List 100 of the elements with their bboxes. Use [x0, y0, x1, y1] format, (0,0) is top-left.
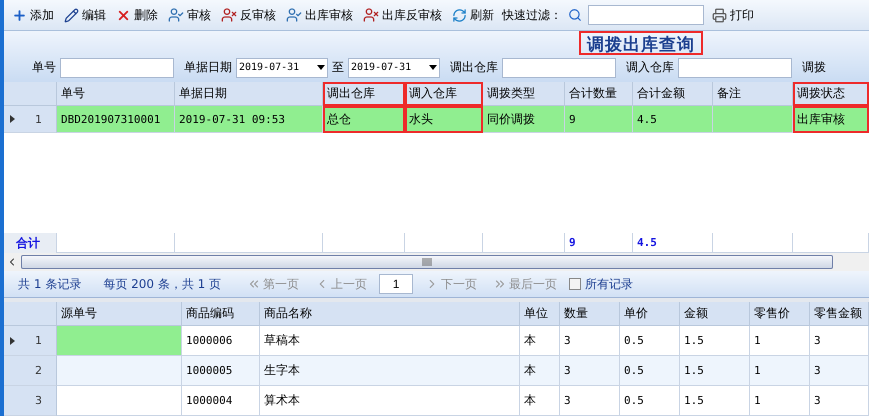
column-header[interactable]: 商品名称 [260, 302, 520, 326]
table-cell: 本 [520, 326, 560, 356]
column-header[interactable]: 单位 [520, 302, 560, 326]
range-separator: 至 [332, 59, 344, 76]
row-header[interactable]: 1 [4, 106, 57, 133]
table-cell: 3 [560, 356, 620, 386]
checkbox-label: 所有记录 [585, 276, 634, 292]
quick-filter-field[interactable] [588, 5, 704, 25]
row-header[interactable]: 3 [4, 386, 57, 416]
column-header[interactable]: 单价 [620, 302, 680, 326]
table-cell: 生字本 [260, 356, 520, 386]
table-cell: 草稿本 [260, 326, 520, 356]
date-dropdown[interactable]: 2019-07-31 [236, 58, 328, 78]
dropdown-caret-icon [317, 65, 325, 70]
totals-cell: 9 [565, 233, 633, 253]
table-cell: 0.5 [620, 356, 680, 386]
table-cell: 1000004 [182, 386, 260, 416]
quick-filter-label: 快速过滤： [502, 6, 562, 24]
column-header[interactable]: 单据日期 [175, 82, 323, 106]
search-icon[interactable] [568, 8, 582, 22]
table-cell: 1.5 [680, 326, 750, 356]
filter-label: 单据日期 [184, 59, 232, 76]
date-dropdown[interactable]: 2019-07-31 [348, 58, 440, 78]
toolbar-button[interactable]: 出库审核 [284, 6, 355, 24]
filter-field[interactable] [502, 58, 616, 78]
column-header[interactable]: 调入仓库 [405, 82, 483, 106]
all-records-checkbox[interactable]: 所有记录 [569, 276, 634, 292]
table-cell: 1.5 [680, 356, 750, 386]
table-cell: 1000006 [182, 326, 260, 356]
table-cell: 1000005 [182, 356, 260, 386]
column-header[interactable]: 调出仓库 [323, 82, 405, 106]
filter-field[interactable] [678, 58, 792, 78]
row-header[interactable]: 2 [4, 356, 57, 386]
table-cell: 1 [750, 356, 810, 386]
page-number-field[interactable]: 1 [379, 274, 414, 294]
table-cell: 3 [560, 386, 620, 416]
column-header[interactable]: 合计金额 [633, 82, 713, 106]
column-header[interactable]: 单号 [57, 82, 175, 106]
column-header[interactable]: 调拨状态 [793, 82, 869, 106]
table-cell: 2019-07-31 09:53 [175, 106, 323, 133]
table-cell: 总仓 [323, 106, 405, 133]
record-count: 共 1 条记录 [18, 276, 82, 292]
toolbar-button[interactable]: 反审核 [219, 6, 278, 24]
table-cell: DBD201907310001 [57, 106, 175, 133]
refresh-icon [452, 8, 467, 22]
table-cell: 本 [520, 386, 560, 416]
table-cell: 1 [750, 386, 810, 416]
column-header[interactable]: 数量 [560, 302, 620, 326]
table-cell: 3 [560, 326, 620, 356]
column-header[interactable]: 零售价 [750, 302, 810, 326]
toolbar-button[interactable]: 出库反审核 [361, 6, 444, 24]
toolbar-button[interactable]: 编辑 [62, 6, 108, 24]
table-cell: 4.5 [633, 106, 713, 133]
printer-icon [712, 8, 727, 22]
user-cross-icon [221, 7, 237, 23]
table-cell: 1.5 [680, 386, 750, 416]
toolbar-button[interactable]: 刷新 [450, 6, 496, 24]
user-cross-icon [363, 7, 379, 23]
column-header[interactable]: 合计数量 [565, 82, 633, 106]
corner-cell [4, 302, 57, 326]
user-check-icon [168, 7, 184, 23]
filter-label: 单号 [32, 59, 56, 76]
column-header[interactable]: 金额 [680, 302, 750, 326]
table-cell: 本 [520, 356, 560, 386]
table-cell: 水头 [405, 106, 483, 133]
table-cell: 9 [565, 106, 633, 133]
scrollbar-thumb[interactable] [21, 255, 833, 269]
dropdown-caret-icon [429, 65, 437, 70]
table-cell: 算术本 [260, 386, 520, 416]
filter-label: 调拨 [802, 59, 826, 76]
table-cell: 同价调拨 [483, 106, 565, 133]
filter-field[interactable] [60, 58, 174, 78]
filter-label: 调出仓库 [450, 59, 498, 76]
page-title: 调拨出库查询 [579, 31, 703, 55]
print-button[interactable]: 打印 [710, 6, 756, 24]
column-header[interactable]: 调拨类型 [483, 82, 565, 106]
row-number: 1 [35, 334, 42, 347]
toolbar-button[interactable]: 审核 [166, 6, 213, 24]
column-header[interactable]: 零售金额 [810, 302, 869, 326]
table-cell: 出库审核 [793, 106, 869, 133]
column-header[interactable]: 商品编码 [182, 302, 260, 326]
row-number: 1 [35, 112, 42, 126]
column-header[interactable]: 源单号 [57, 302, 182, 326]
toolbar-button[interactable]: 删除 [114, 6, 160, 24]
row-number: 3 [35, 394, 42, 407]
column-header[interactable]: 备注 [713, 82, 793, 106]
table-cell: 0.5 [620, 326, 680, 356]
table-cell: 3 [810, 386, 869, 416]
plus-icon [12, 8, 27, 22]
filter-label: 调入仓库 [626, 59, 674, 76]
table-cell: 3 [810, 326, 869, 356]
corner-cell [4, 82, 57, 106]
toolbar-button[interactable]: 添加 [10, 6, 56, 24]
totals-cell: 4.5 [633, 233, 713, 253]
row-header[interactable]: 1 [4, 326, 57, 356]
user-check-icon [286, 7, 302, 23]
pen-icon [64, 8, 79, 22]
row-number: 2 [35, 364, 42, 377]
totals-label: 合计 [4, 233, 57, 253]
table-cell: 3 [810, 356, 869, 386]
